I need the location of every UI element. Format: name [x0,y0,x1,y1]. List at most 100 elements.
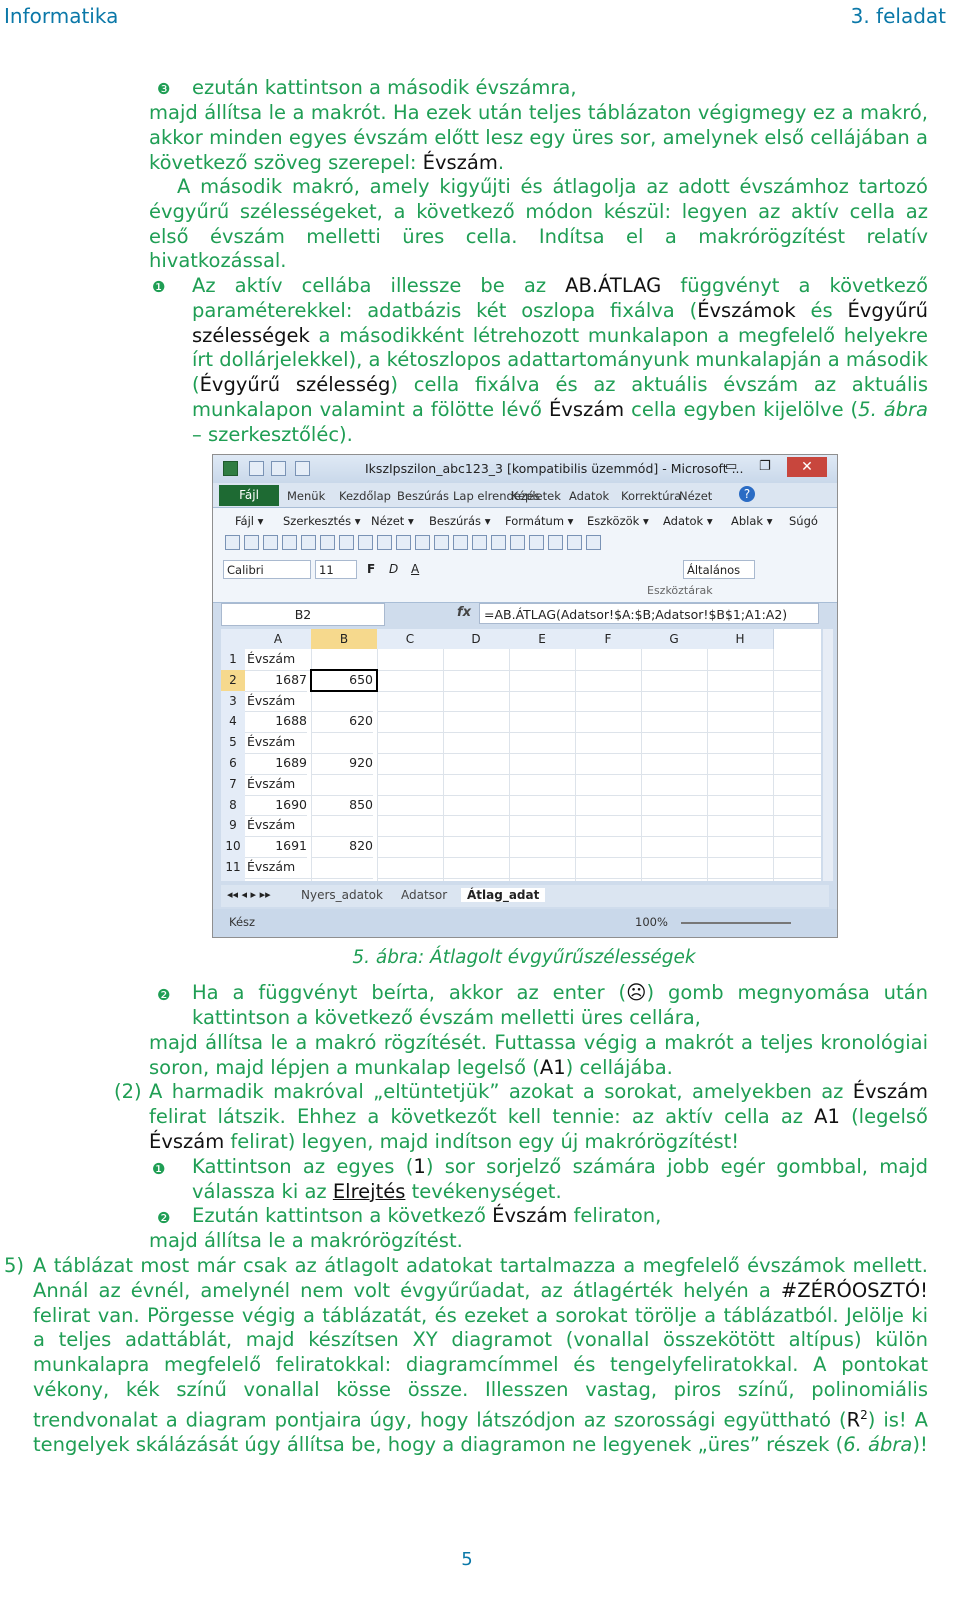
redo-icon[interactable] [491,535,506,550]
cell-b[interactable] [311,691,373,713]
row-header[interactable]: 12 [221,877,245,881]
fx-icon[interactable]: fx [457,605,471,620]
cell-a[interactable]: 1691 [245,836,307,858]
row-empty-cells[interactable] [377,815,821,838]
cell-b[interactable]: 850 [311,795,373,817]
row-empty-cells[interactable] [377,732,821,754]
cell-b[interactable] [311,649,373,671]
row-header[interactable]: 7 [221,773,245,796]
cell-a[interactable]: Évszám [245,732,311,754]
permission-icon[interactable] [282,535,297,550]
drawing-icon[interactable] [586,535,601,550]
row-empty-cells[interactable] [377,774,821,796]
row-empty-cells[interactable] [377,670,821,692]
tab-view[interactable]: Nézet [679,489,712,503]
menu-window[interactable]: Ablak ▾ [731,514,773,528]
row-header[interactable]: 2 [221,669,245,692]
tab-menus[interactable]: Menük [287,489,325,503]
row-header[interactable]: 10 [221,836,245,858]
menu-edit[interactable]: Szerkesztés ▾ [283,514,361,528]
row-header[interactable]: 5 [221,732,245,754]
cell-a[interactable]: 1687 [245,670,307,692]
name-box[interactable]: B2 [221,603,385,626]
sheet-tab-atlag-adat[interactable]: Átlag_adat [461,888,546,902]
sheet-tab-adatsor[interactable]: Adatsor [401,888,447,902]
style-box[interactable]: Általános [683,560,755,579]
menu-help[interactable]: Súgó [789,514,818,528]
row-empty-cells[interactable] [377,857,821,879]
autosum-icon[interactable] [529,535,544,550]
underline-icon[interactable]: A [411,562,419,576]
row-empty-cells[interactable] [377,691,821,713]
menu-file[interactable]: Fájl ▾ [235,514,263,528]
tab-formulas[interactable]: Képletek [511,489,561,503]
zoom-level[interactable]: 100% [635,915,668,929]
row-header[interactable]: 11 [221,857,245,879]
undo-icon[interactable] [472,535,487,550]
cell-b[interactable]: 620 [311,711,373,734]
row-empty-cells[interactable] [377,795,821,817]
cell-b[interactable]: 820 [311,836,373,858]
research-icon[interactable] [377,535,392,550]
format-painter-icon[interactable] [453,535,468,550]
row-empty-cells[interactable] [377,711,821,734]
save-icon[interactable] [249,461,264,476]
formula-input[interactable]: =AB.ÁTLAG(Adatsor!$A:$B;Adatsor!$B$1;A1:… [479,603,819,624]
tab-review[interactable]: Korrektúra [621,489,681,503]
bold-icon[interactable]: F [367,562,375,576]
restore-icon[interactable]: ❐ [759,459,771,474]
italic-icon[interactable]: D [389,562,398,576]
tab-insert[interactable]: Beszúrás [397,489,449,503]
col-header-g[interactable]: G [641,629,708,649]
hyperlink-icon[interactable] [510,535,525,550]
sort-icon[interactable] [548,535,563,550]
row-header[interactable]: 4 [221,711,245,734]
row-empty-cells[interactable] [377,878,821,881]
row-header[interactable]: 9 [221,815,245,838]
sheet-tab-nyers-adatok[interactable]: Nyers_adatok [301,888,383,902]
cell-a[interactable]: Évszám [245,815,311,838]
new-icon[interactable] [225,535,240,550]
col-header-h[interactable]: H [707,629,774,649]
col-header-e[interactable]: E [509,629,576,649]
file-tab[interactable]: Fájl [219,485,279,506]
active-cell-b2[interactable] [310,669,378,692]
cell-a[interactable]: Évszám [245,649,311,671]
row-header[interactable]: 8 [221,794,245,817]
cell-b[interactable]: 920 [311,753,373,775]
col-header-f[interactable]: F [575,629,642,649]
chart-icon[interactable] [567,535,582,550]
menu-insert[interactable]: Beszúrás ▾ [429,514,490,528]
sheet-nav-icon[interactable]: ◂◂ ◂ ▸ ▸▸ [227,888,271,901]
col-header-a[interactable]: A [245,629,312,649]
spelling-icon[interactable] [358,535,373,550]
cell-a[interactable]: 1688 [245,711,307,734]
cell-b[interactable] [311,732,373,754]
copy-icon[interactable] [415,535,430,550]
col-header-b[interactable]: B [311,629,378,649]
cell-a[interactable]: 1689 [245,753,307,775]
row-empty-cells[interactable] [377,836,821,858]
cell-b[interactable]: 800 [311,878,373,881]
cell-a[interactable]: Évszám [245,774,311,796]
row-header[interactable]: 1 [221,649,245,671]
undo-icon[interactable] [271,461,286,476]
select-all-corner[interactable] [221,629,245,649]
zoom-slider[interactable] [681,922,791,924]
col-header-c[interactable]: C [377,629,444,649]
print-icon[interactable] [320,535,335,550]
cell-b[interactable] [311,815,373,838]
row-header[interactable]: 3 [221,690,245,713]
redo-icon[interactable] [295,461,310,476]
cell-a[interactable]: Évszám [245,691,311,713]
cell-a[interactable]: Évszám [245,857,311,879]
menu-tools[interactable]: Eszközök ▾ [587,514,649,528]
row-empty-cells[interactable] [377,649,821,671]
print-preview-icon[interactable] [339,535,354,550]
font-name-box[interactable]: Calibri [223,560,311,579]
menu-format[interactable]: Formátum ▾ [505,514,573,528]
menu-view[interactable]: Nézet ▾ [371,514,414,528]
cell-b[interactable] [311,774,373,796]
row-empty-cells[interactable] [377,753,821,775]
font-size-box[interactable]: 11 [315,560,357,579]
